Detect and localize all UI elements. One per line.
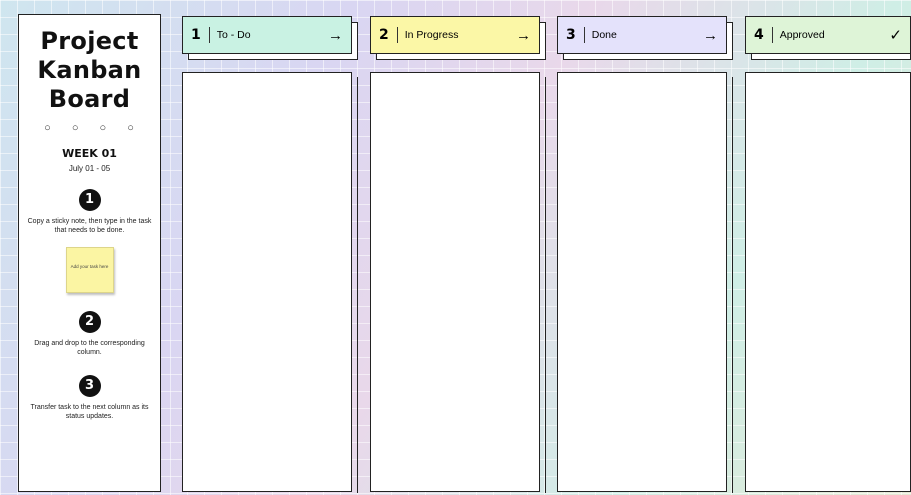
- column-body-approved[interactable]: [745, 72, 911, 492]
- column-header-todo[interactable]: 1 To - Do →: [182, 16, 352, 54]
- week-dates: July 01 - 05: [68, 164, 111, 173]
- column-label: Done: [591, 29, 617, 41]
- title-line: Kanban: [37, 56, 142, 84]
- step-3: 3 Transfer task to the next column as it…: [19, 375, 160, 421]
- step-instruction: Transfer task to the next column as its …: [30, 404, 149, 420]
- instructions-panel: Project Kanban Board ○ ○ ○ ○ WEEK 01 Jul…: [18, 14, 161, 492]
- column-header-in-progress[interactable]: 2 In Progress →: [370, 16, 540, 54]
- column-body-todo[interactable]: [182, 72, 352, 492]
- column-number: 4: [754, 27, 773, 43]
- arrow-right-icon: →: [328, 26, 343, 44]
- arrow-right-icon: →: [703, 26, 718, 44]
- step-number-badge: 1: [78, 189, 101, 211]
- column-body-done[interactable]: [557, 72, 727, 492]
- checkmark-icon: ✓: [889, 27, 902, 44]
- step-1: 1 Copy a sticky note, then type in the t…: [19, 189, 160, 235]
- board-title: Project Kanban Board: [19, 27, 160, 114]
- column-number: 1: [191, 27, 210, 43]
- column-header-done[interactable]: 3 Done →: [557, 16, 727, 54]
- title-line: Project: [40, 27, 139, 55]
- step-instruction: Copy a sticky note, then type in the tas…: [27, 218, 152, 234]
- step-2: 2 Drag and drop to the corresponding col…: [19, 311, 160, 357]
- decorative-dots: ○ ○ ○ ○: [44, 122, 143, 134]
- column-number: 2: [379, 27, 398, 43]
- sample-sticky-note[interactable]: Add your task here: [65, 247, 114, 293]
- column-body-in-progress[interactable]: [370, 72, 540, 492]
- arrow-right-icon: →: [516, 26, 531, 44]
- week-label: WEEK 01: [62, 147, 117, 160]
- column-label: To - Do: [216, 29, 251, 41]
- step-number-badge: 2: [78, 311, 101, 333]
- column-label: In Progress: [404, 29, 459, 41]
- column-header-approved[interactable]: 4 Approved ✓: [745, 16, 911, 54]
- column-number: 3: [566, 27, 585, 43]
- column-label: Approved: [779, 29, 825, 41]
- step-number-badge: 3: [78, 375, 101, 397]
- title-line: Board: [48, 85, 131, 113]
- step-instruction: Drag and drop to the corresponding colum…: [34, 340, 145, 356]
